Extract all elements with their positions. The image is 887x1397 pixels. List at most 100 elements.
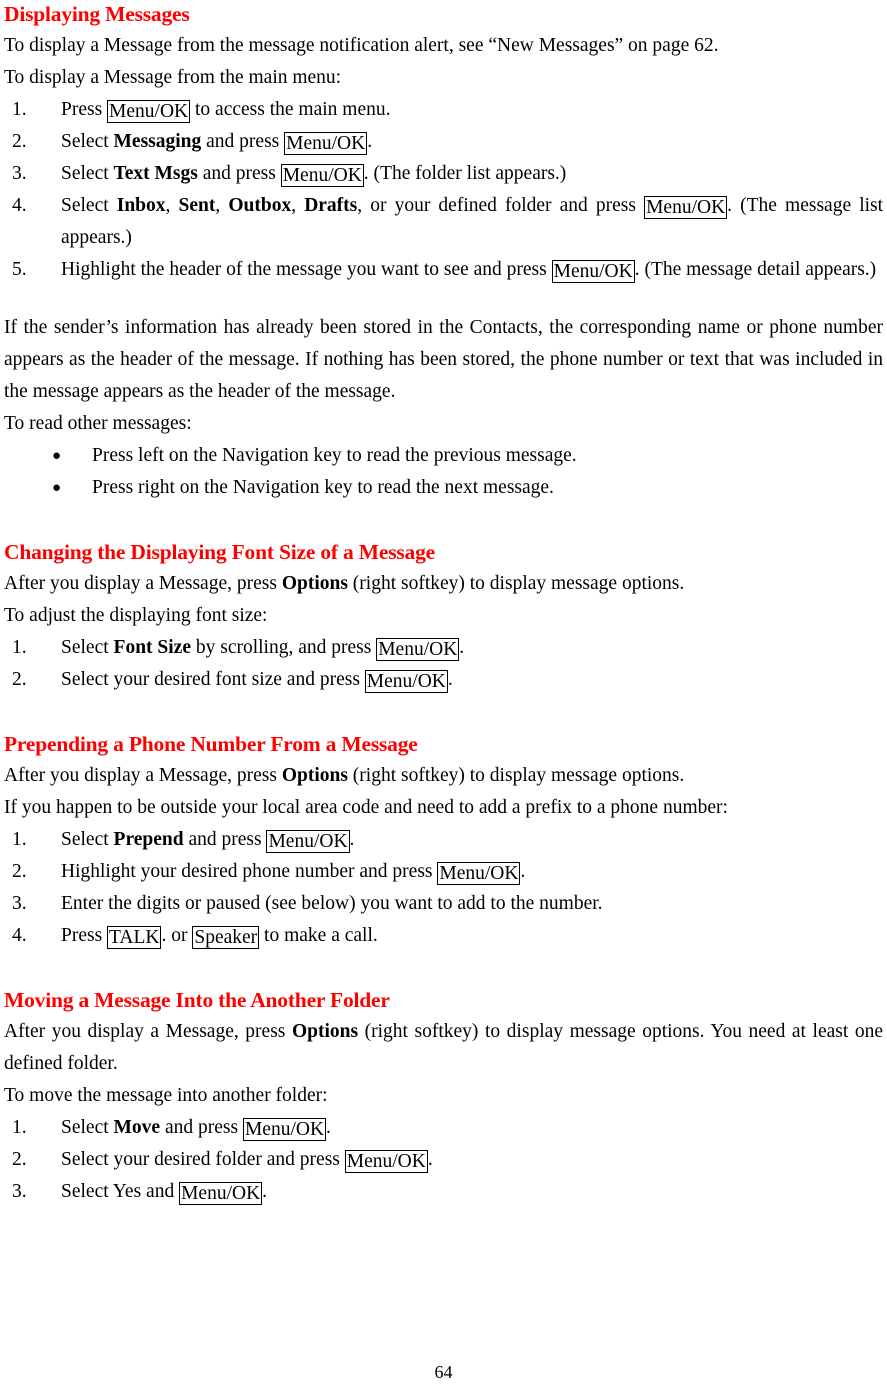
intro-pre: After you display a Message, press <box>4 1021 292 1042</box>
menu-label-font-size: Font Size <box>113 637 191 658</box>
step-text-post: . <box>349 829 355 850</box>
list-item: 2. Select your desired font size and pres… <box>4 664 883 696</box>
key-menu-ok[interactable]: Menu/OK <box>551 260 635 283</box>
list-item: ● Press left on the Navigation key to rea… <box>4 440 883 472</box>
key-menu-ok[interactable]: Menu/OK <box>179 1182 263 1205</box>
key-menu-ok[interactable]: Menu/OK <box>242 1118 327 1141</box>
key-menu-ok[interactable]: Menu/OK <box>284 132 368 155</box>
section-heading-changing-font-size: Changing the Displaying Font Size of a M… <box>4 540 435 564</box>
key-menu-ok[interactable]: Menu/OK <box>644 196 728 219</box>
bullet-icon: ● <box>52 448 62 464</box>
section-heading-moving-message: Moving a Message Into the Another Folder <box>4 988 390 1012</box>
section-heading-displaying-messages: Displaying Messages <box>4 2 190 26</box>
list-item: 1. Select Move and press Menu/OK. <box>4 1112 883 1144</box>
list-item: 1. Select Font Size by scrolling, and pre… <box>4 632 883 664</box>
bullet-list-read-other: ● Press left on the Navigation key to rea… <box>4 440 883 504</box>
menu-label-prepend: Prepend <box>113 829 184 850</box>
paragraph-font-size-intro-2: To adjust the displaying font size: <box>4 605 268 626</box>
list-marker: 1. <box>12 1117 27 1138</box>
list-marker: 2. <box>12 131 27 152</box>
step-text-post: . <box>367 131 373 152</box>
step-sep: , <box>291 195 305 216</box>
intro-post: (right softkey) to display message optio… <box>347 765 685 786</box>
step-text-mid: and press <box>160 1117 243 1138</box>
step-text-pre: Select <box>61 637 114 658</box>
menu-label-sent: Sent <box>178 195 216 216</box>
step-text-pre: Select your desired font size and press <box>61 669 365 690</box>
menu-label-inbox: Inbox <box>116 195 166 216</box>
list-marker: 1. <box>12 829 27 850</box>
list-item: 3. Select Yes and Menu/OK. <box>4 1176 883 1208</box>
step-text-pre: Highlight the header of the message you … <box>61 259 552 280</box>
list-marker: 2. <box>12 1149 27 1170</box>
menu-label-outbox: Outbox <box>228 195 292 216</box>
list-item: 4. Select Inbox, Sent, Outbox, Drafts, or… <box>4 190 883 254</box>
list-item: 3. Enter the digits or paused (see below)… <box>4 888 883 920</box>
step-text-post: . <box>262 1181 268 1202</box>
steps-list-prepend: 1. Select Prepend and press Menu/OK. 2. Hi… <box>4 824 883 952</box>
list-marker: 2. <box>12 861 27 882</box>
menu-label-messaging: Messaging <box>113 131 202 152</box>
step-text-mid: by scrolling, and press <box>190 637 377 658</box>
step-text-pre: Select <box>61 131 114 152</box>
list-item: ● Press right on the Navigation key to re… <box>4 472 883 504</box>
list-item: 2. Select Messaging and press Menu/OK. <box>4 126 883 158</box>
paragraph-prepend-intro-1: After you display a Message, press Optio… <box>4 760 883 792</box>
intro-pre: After you display a Message, press <box>4 573 282 594</box>
menu-label-text-msgs: Text Msgs <box>113 163 198 184</box>
list-marker: 2. <box>12 669 27 690</box>
key-menu-ok[interactable]: Menu/OK <box>344 1150 428 1173</box>
step-text-post: . <box>459 637 465 658</box>
step-text-post: . <box>326 1117 331 1138</box>
list-marker: 3. <box>12 163 27 184</box>
step-text-pre: Enter the digits or paused (see below) y… <box>61 893 603 914</box>
key-menu-ok[interactable]: Menu/OK <box>280 164 364 187</box>
list-marker: 5. <box>12 259 27 280</box>
softkey-label-options: Options <box>291 1021 359 1042</box>
paragraph-sender-info: If the sender’s information has already … <box>4 317 883 402</box>
list-item: 1. Press Menu/OK to access the main menu. <box>4 94 883 126</box>
step-text-mid: , or your defined folder and press <box>357 195 645 216</box>
intro-pre: After you display a Message, press <box>4 765 282 786</box>
key-menu-ok[interactable]: Menu/OK <box>364 670 448 693</box>
section-heading-prepending-phone-number: Prepending a Phone Number From a Message <box>4 732 418 756</box>
key-menu-ok[interactable]: Menu/OK <box>266 830 350 853</box>
paragraph-font-size-intro-1: After you display a Message, press Optio… <box>4 568 883 600</box>
step-text-pre: Select <box>61 829 114 850</box>
step-text-pre: Press <box>61 925 108 946</box>
key-menu-ok[interactable]: Menu/OK <box>437 862 521 885</box>
steps-list-moving: 1. Select Move and press Menu/OK. 2. Selec… <box>4 1112 883 1208</box>
softkey-label-options: Options <box>281 573 348 594</box>
step-text-pre: Select Yes and <box>61 1181 180 1202</box>
list-marker: 1. <box>12 99 27 120</box>
paragraph-moving-intro-1: After you display a Message, press Optio… <box>4 1016 883 1080</box>
list-item: 3. Select Text Msgs and press Menu/OK. (T… <box>4 158 883 190</box>
step-text-pre: Select <box>61 1117 114 1138</box>
paragraph-displaying-intro-2: To display a Message from the main menu: <box>4 67 342 88</box>
steps-list-font-size: 1. Select Font Size by scrolling, and pre… <box>4 632 883 696</box>
step-text-pre: Press <box>61 99 108 120</box>
step-text-post: . <box>427 1149 433 1170</box>
steps-list-displaying-messages: 1. Press Menu/OK to access the main menu.… <box>4 94 883 286</box>
paragraph-moving-intro-2: To move the message into another folder: <box>4 1085 328 1106</box>
key-menu-ok[interactable]: Menu/OK <box>376 638 460 661</box>
step-sep: , <box>165 195 179 216</box>
intro-post: (right softkey) to display message optio… <box>347 573 685 594</box>
step-sep: , <box>215 195 229 216</box>
list-item: 2. Select your desired folder and press M… <box>4 1144 883 1176</box>
bullet-icon: ● <box>52 480 62 496</box>
step-text-post: to access the main menu. <box>190 99 391 120</box>
step-text-mid: . or <box>161 925 193 946</box>
step-text-mid: and press <box>183 829 267 850</box>
paragraph-read-other-lead: To read other messages: <box>4 413 192 434</box>
key-speaker[interactable]: Speaker <box>192 926 260 949</box>
bullet-text: Press left on the Navigation key to read… <box>92 445 577 466</box>
key-talk[interactable]: TALK <box>107 926 162 949</box>
list-item: 1. Select Prepend and press Menu/OK. <box>4 824 883 856</box>
key-menu-ok[interactable]: Menu/OK <box>107 100 191 123</box>
step-text-post: . (The folder list appears.) <box>363 163 567 184</box>
menu-label-drafts: Drafts <box>304 195 358 216</box>
